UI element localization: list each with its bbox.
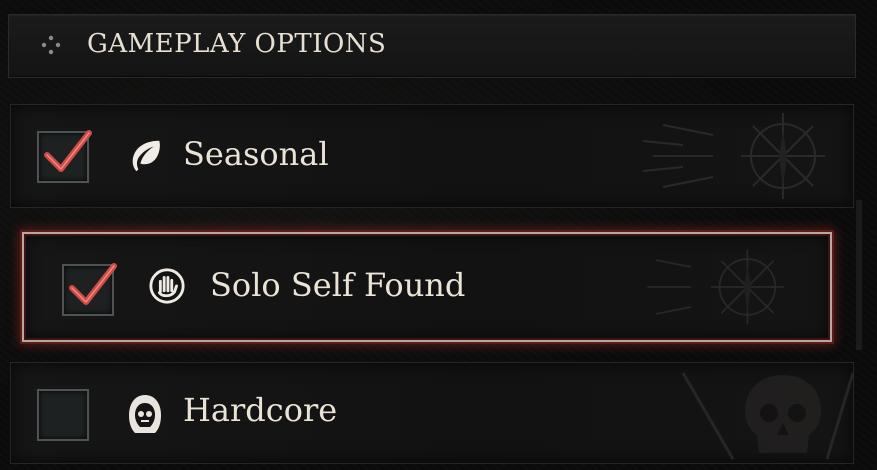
seasonal-ornament-icon <box>642 113 825 199</box>
option-seasonal[interactable]: Seasonal <box>10 104 854 208</box>
solo-self-found-ornament-icon <box>647 249 784 325</box>
solo-self-found-label: Solo Self Found <box>210 266 466 304</box>
checkmark-icon <box>69 263 117 305</box>
leaf-icon <box>132 140 160 172</box>
checkmark-icon <box>44 130 92 172</box>
diamond-dots-icon <box>41 35 61 55</box>
skull-ornament-icon <box>681 372 853 460</box>
scrollbar-edge <box>856 200 862 350</box>
header-title: GAMEPLAY OPTIONS <box>87 29 387 59</box>
gameplay-options-header: GAMEPLAY OPTIONS <box>8 14 856 78</box>
hardcore-label: Hardcore <box>183 391 338 429</box>
solo-self-found-checkbox[interactable] <box>62 263 117 316</box>
hardcore-checkbox[interactable] <box>37 389 89 441</box>
option-hardcore[interactable]: Hardcore <box>10 362 854 464</box>
seasonal-label: Seasonal <box>183 135 329 173</box>
option-solo-self-found[interactable]: Solo Self Found <box>22 232 832 342</box>
reaper-icon <box>129 395 161 433</box>
seasonal-checkbox[interactable] <box>37 130 92 183</box>
hand-icon <box>149 268 185 304</box>
